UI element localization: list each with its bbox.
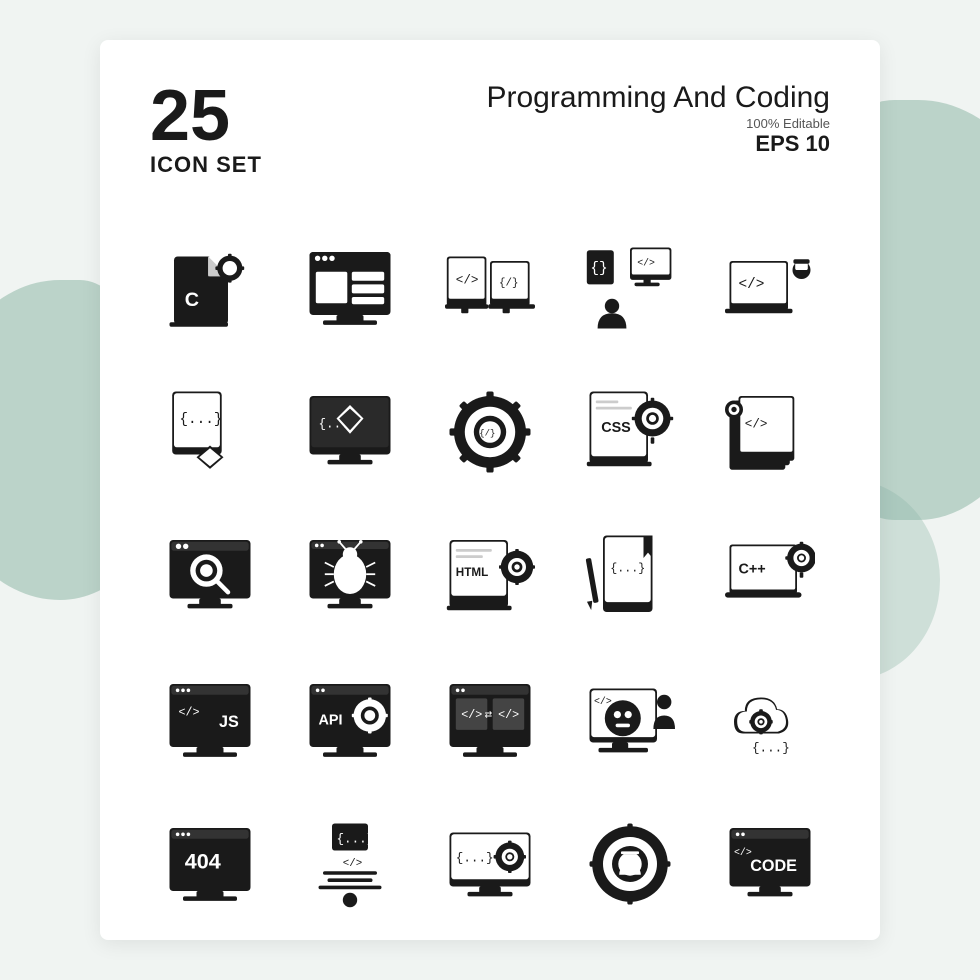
svg-text:C++: C++: [739, 561, 766, 577]
svg-text:{...}: {...}: [179, 412, 222, 428]
svg-text:</>: </>: [734, 847, 752, 858]
icon-c-programming: C: [150, 228, 270, 348]
svg-text:</>: </>: [637, 258, 655, 269]
svg-text:</>: </>: [179, 706, 200, 720]
svg-text:</>: </>: [739, 277, 765, 293]
icon-code-consultant: </>: [710, 228, 830, 348]
header-left: 25 ICON SET: [150, 80, 262, 178]
icon-gear-person: [570, 804, 690, 924]
icon-cloud-settings: {...}: [710, 660, 830, 780]
header-number: 25: [150, 80, 262, 152]
icon-online-coding: {} </>: [570, 228, 690, 348]
icon-code-browser: </> </> ⇄: [430, 660, 550, 780]
svg-text:HTML: HTML: [456, 566, 488, 579]
svg-text:API: API: [319, 713, 343, 729]
svg-text:JS: JS: [219, 713, 239, 731]
header-title: Programming And Coding: [486, 80, 830, 116]
svg-text:</>: </>: [456, 274, 479, 288]
icon-code-gear: {/}: [430, 372, 550, 492]
svg-text:{/}: {/}: [479, 429, 495, 439]
icon-code-layers-gear: </>: [710, 372, 830, 492]
svg-text:404: 404: [185, 849, 221, 874]
icon-html-bookmark: {...} HTML: [570, 516, 690, 636]
icon-js-browser: </> JS: [150, 660, 270, 780]
icon-html-settings: HTML: [430, 516, 550, 636]
icon-robot-monitor: </>: [570, 660, 690, 780]
header-iconset-label: ICON SET: [150, 152, 262, 178]
header-right: Programming And Coding 100% Editable EPS…: [486, 80, 830, 157]
svg-text:</>: </>: [745, 418, 768, 432]
icon-search-monitor: [150, 516, 270, 636]
icon-developer-code: {...} </>: [290, 804, 410, 924]
svg-text:{...}: {...}: [752, 742, 790, 756]
svg-text:CSS: CSS: [601, 420, 631, 436]
icon-code-gear-monitor: {...}: [430, 804, 550, 924]
svg-text:C: C: [185, 289, 199, 311]
svg-text:{/}: {/}: [499, 277, 518, 289]
svg-text:{}: {}: [590, 261, 607, 277]
icon-api-settings: API: [290, 660, 410, 780]
svg-text:⇄: ⇄: [485, 709, 493, 719]
icon-web-layout: [290, 228, 410, 348]
icon-diamond-monitor: {...}: [290, 372, 410, 492]
icon-404-browser: 404: [150, 804, 270, 924]
svg-text:{...}: {...}: [337, 832, 375, 846]
svg-text:CODE: CODE: [750, 857, 797, 875]
svg-text:</>: </>: [461, 708, 482, 722]
svg-text:</>: </>: [343, 858, 362, 870]
main-card: 25 ICON SET Programming And Coding 100% …: [100, 40, 880, 940]
header-editable: 100% Editable: [486, 116, 830, 131]
icon-code-monitor-label: </> CODE: [710, 804, 830, 924]
icon-code-monitor: </> {/}: [430, 228, 550, 348]
svg-text:</>: </>: [594, 696, 612, 707]
icon-bug-monitor: [290, 516, 410, 636]
svg-text:HTML: HTML: [612, 593, 639, 604]
svg-text:{...}: {...}: [456, 851, 494, 865]
header-eps: EPS 10: [486, 131, 830, 157]
icon-code-file-diamond: {...}: [150, 372, 270, 492]
icon-cpp-laptop: C++: [710, 516, 830, 636]
icon-css-settings: CSS: [570, 372, 690, 492]
svg-text:</>: </>: [498, 708, 519, 722]
icon-grid: C: [150, 228, 830, 924]
svg-text:{...}: {...}: [610, 562, 645, 576]
header: 25 ICON SET Programming And Coding 100% …: [150, 80, 830, 178]
